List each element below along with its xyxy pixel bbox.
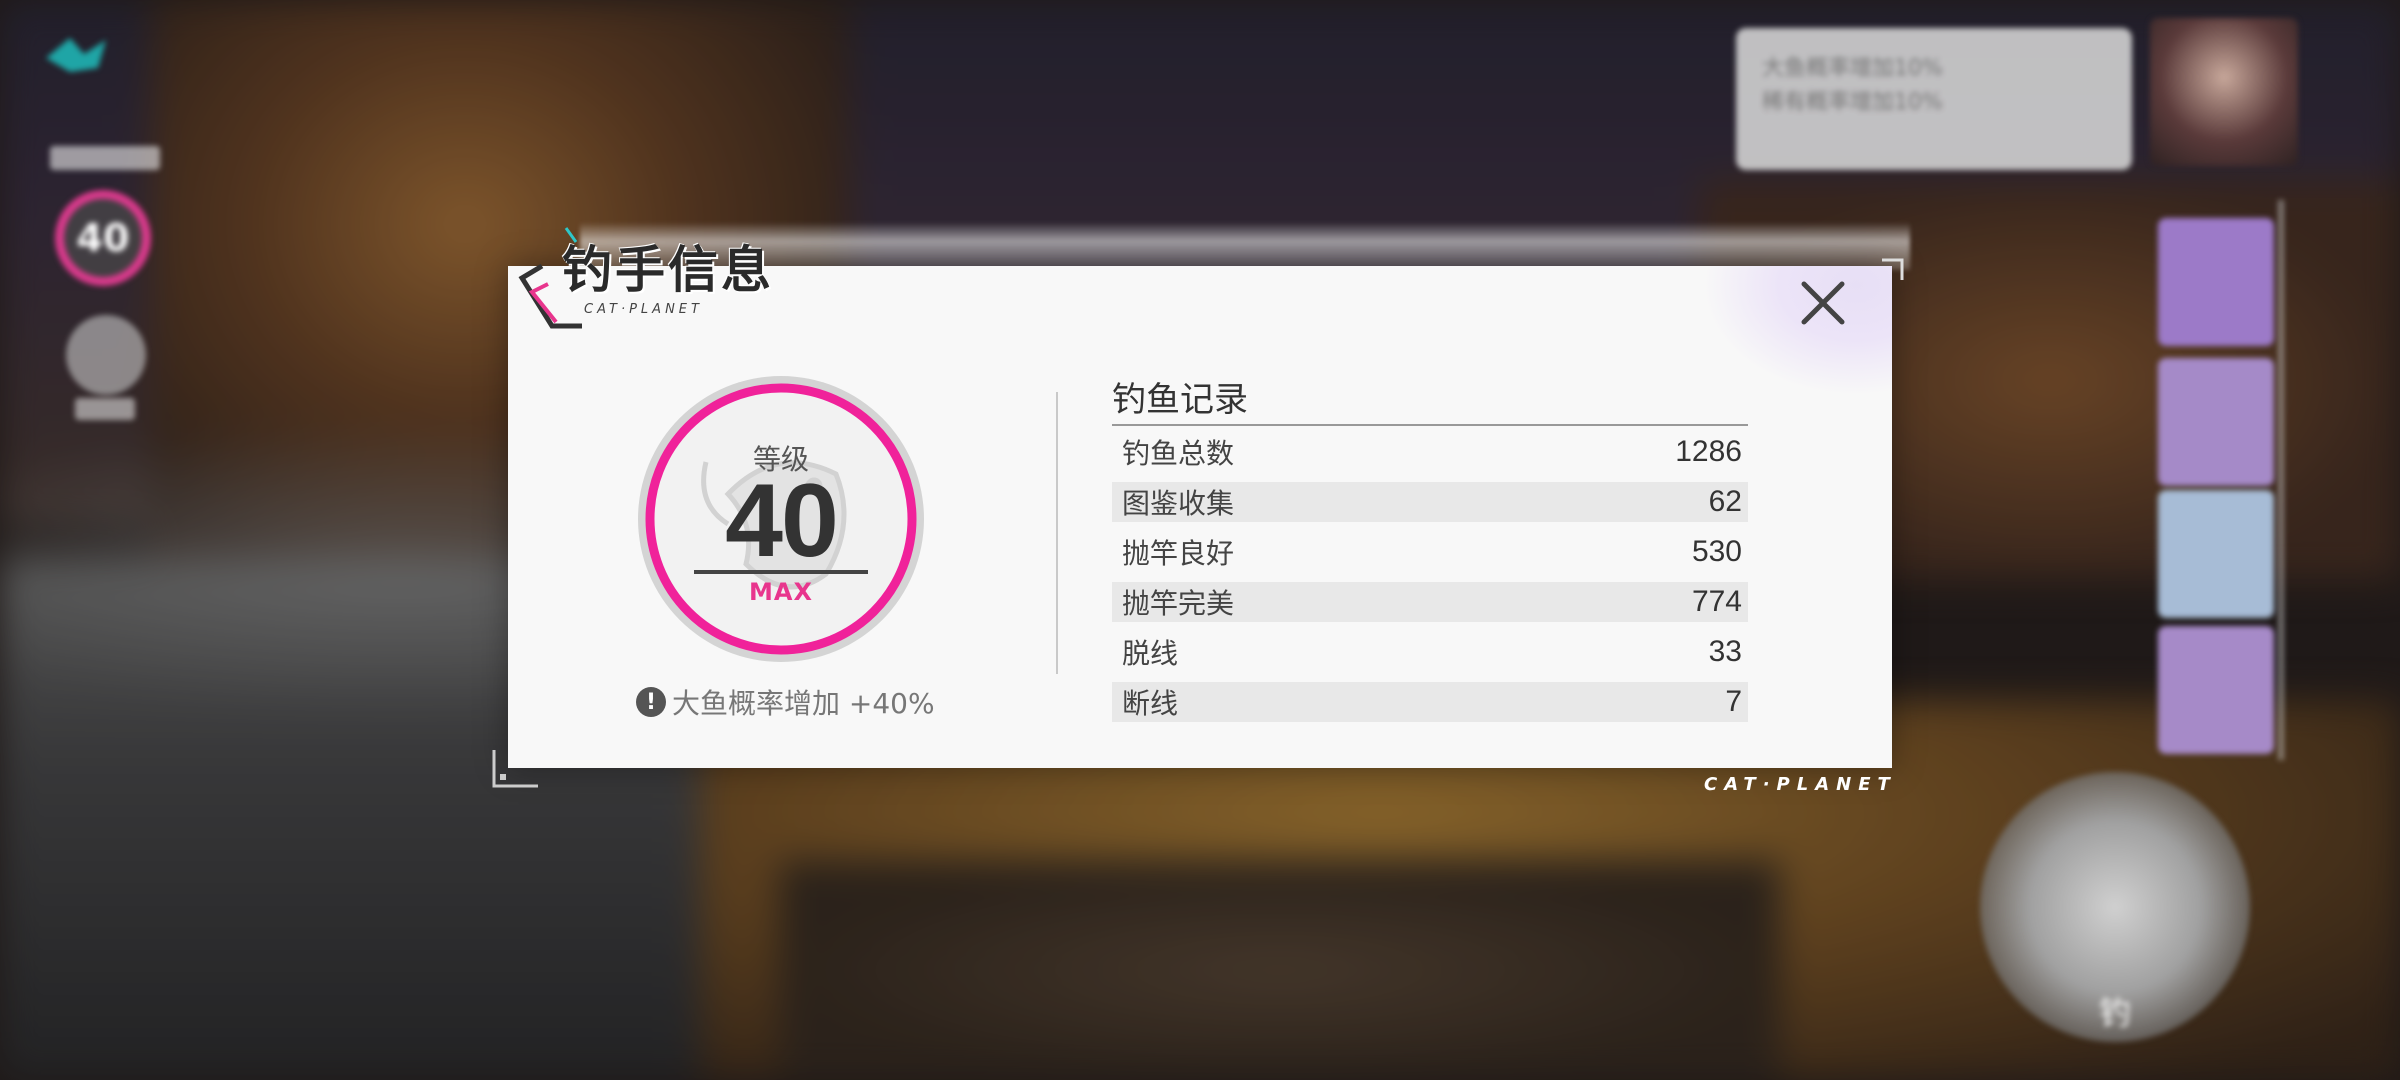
big-fish-bonus: ! 大鱼概率增加 +40%	[636, 682, 936, 722]
record-value: 1286	[1675, 435, 1742, 468]
hud-profile-button[interactable]	[66, 315, 146, 395]
angler-info-dialog: 等级 40 MAX ! 大鱼概率增加 +40% 钓鱼记录 钓鱼总数 1286 图…	[508, 266, 1892, 768]
hud-item-slot[interactable]	[2158, 358, 2274, 486]
hud-buff-line: 稀有概率增加10%	[1762, 90, 1943, 115]
level-max-tag: MAX	[749, 578, 813, 606]
dialog-title: 钓手信息	[562, 241, 774, 299]
record-label: 抛竿完美	[1122, 587, 1235, 620]
hud-level-badge[interactable]: 40	[55, 190, 151, 286]
level-badge: 等级 40 MAX	[636, 374, 926, 664]
fishing-records: 钓鱼记录 钓鱼总数 1286 图鉴收集 62 抛竿良好 530 抛竿完美 774…	[1112, 376, 1748, 732]
level-value: 40	[725, 463, 839, 579]
record-value: 774	[1691, 585, 1742, 618]
corner-bracket-top-right	[1880, 258, 1906, 288]
record-row-unhooked: 脱线 33	[1112, 632, 1748, 672]
record-row-perfect-cast: 抛竿完美 774	[1112, 582, 1748, 622]
record-value: 33	[1708, 635, 1742, 668]
record-row-good-cast: 抛竿良好 530	[1112, 532, 1748, 572]
record-value: 530	[1691, 535, 1742, 568]
record-value: 62	[1708, 485, 1742, 518]
record-label: 断线	[1122, 687, 1179, 720]
record-row-total: 钓鱼总数 1286	[1112, 432, 1748, 472]
close-icon	[1801, 281, 1845, 325]
hud-cast-label: 钓	[2098, 994, 2131, 1032]
dialog-title-sub: CAT·PLANET	[584, 302, 703, 317]
hud-item-slot[interactable]	[2158, 218, 2274, 346]
section-divider	[1056, 392, 1058, 674]
level-divider	[694, 570, 868, 574]
hud-level-label	[50, 146, 160, 170]
dialog-title-stripe	[580, 222, 1910, 270]
record-value: 7	[1725, 685, 1742, 718]
hud-cast-button[interactable]: 钓	[1980, 772, 2250, 1042]
record-label: 钓鱼总数	[1122, 437, 1235, 470]
brand-footer: CAT·PLANET	[1704, 774, 1897, 795]
bonus-text: 大鱼概率增加 +40%	[672, 687, 935, 720]
records-title-rule	[1112, 424, 1748, 426]
record-label: 图鉴收集	[1122, 487, 1235, 520]
hud-character-portrait[interactable]	[2150, 18, 2298, 166]
hud-item-slot[interactable]	[2158, 626, 2274, 754]
record-label: 抛竿良好	[1122, 537, 1235, 570]
hud-item-scrollbar[interactable]	[2278, 200, 2284, 760]
hud-buff-panel: 大鱼概率增加10% 稀有概率增加10%	[1736, 28, 2132, 170]
hud-item-slot[interactable]	[2158, 490, 2274, 618]
record-row-collection: 图鉴收集 62	[1112, 482, 1748, 522]
hud-profile-label	[75, 398, 135, 420]
close-button[interactable]	[1796, 276, 1850, 330]
info-icon: !	[636, 687, 666, 717]
records-title: 钓鱼记录	[1112, 380, 1248, 420]
record-label: 脱线	[1122, 637, 1179, 670]
hud-level-value: 40	[76, 216, 130, 260]
game-logo-icon	[40, 28, 120, 84]
corner-bracket-bottom-left	[492, 748, 542, 794]
record-row-line-broken: 断线 7	[1112, 682, 1748, 722]
hud-buff-line: 大鱼概率增加10%	[1762, 56, 1943, 81]
